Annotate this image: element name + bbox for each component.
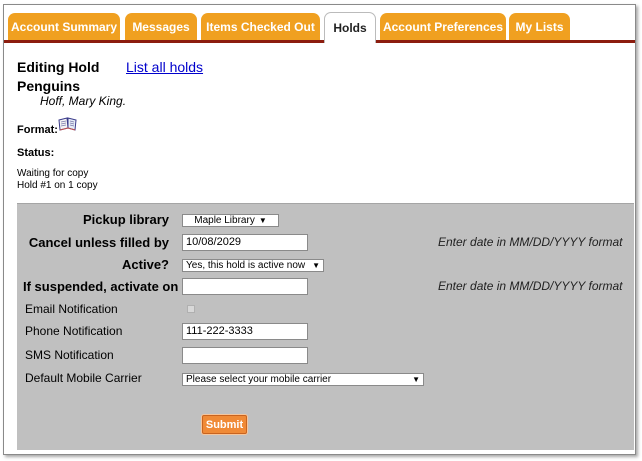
pickup-library-label: Pickup library bbox=[83, 212, 169, 227]
book-icon bbox=[57, 116, 79, 137]
cancel-unless-filled-label: Cancel unless filled by bbox=[28, 235, 169, 250]
list-all-holds-link[interactable]: List all holds bbox=[126, 59, 203, 75]
phone-notification-input[interactable]: 111-222-3333 bbox=[182, 323, 308, 340]
status-label: Status: bbox=[17, 147, 55, 159]
email-notification-checkbox[interactable] bbox=[187, 305, 195, 313]
account-tab-bar: Account Summary Messages Items Checked O… bbox=[4, 11, 635, 43]
sms-notification-label: SMS Notification bbox=[25, 348, 114, 362]
browser-frame: Account Summary Messages Items Checked O… bbox=[3, 4, 636, 455]
page-title: Editing Hold bbox=[17, 59, 100, 75]
pickup-library-select[interactable]: Maple Library ▼ bbox=[182, 214, 279, 227]
hold-position: Hold #1 on 1 copy bbox=[17, 180, 98, 191]
activate-date-input[interactable] bbox=[182, 278, 308, 295]
activate-date-hint: Enter date in MM/DD/YYYY format bbox=[438, 279, 623, 293]
dropdown-arrow-icon: ▼ bbox=[258, 216, 267, 225]
mobile-carrier-value: Please select your mobile carrier bbox=[186, 374, 332, 385]
tab-holds[interactable]: Holds bbox=[324, 12, 376, 43]
dropdown-arrow-icon: ▼ bbox=[312, 261, 320, 270]
dropdown-arrow-icon: ▼ bbox=[412, 375, 420, 384]
edit-hold-form: Pickup library Maple Library ▼ Cancel un… bbox=[17, 203, 634, 450]
sms-notification-input[interactable] bbox=[182, 347, 308, 364]
tab-account-summary[interactable]: Account Summary bbox=[8, 13, 120, 40]
active-value: Yes, this hold is active now bbox=[186, 260, 306, 271]
status-text: Waiting for copy bbox=[17, 168, 89, 179]
tab-my-lists[interactable]: My Lists bbox=[509, 13, 570, 40]
email-notification-label: Email Notification bbox=[25, 302, 118, 316]
pickup-library-value: Maple Library bbox=[194, 215, 255, 226]
item-title: Penguins bbox=[17, 78, 81, 94]
tab-account-preferences[interactable]: Account Preferences bbox=[380, 13, 506, 40]
submit-button[interactable]: Submit bbox=[202, 415, 247, 434]
tab-messages[interactable]: Messages bbox=[125, 13, 197, 40]
suspend-activate-label: If suspended, activate on bbox=[23, 279, 179, 294]
cancel-date-hint: Enter date in MM/DD/YYYY format bbox=[438, 235, 623, 249]
cancel-date-input[interactable]: 10/08/2029 bbox=[182, 234, 308, 251]
mobile-carrier-select[interactable]: Please select your mobile carrier ▼ bbox=[182, 373, 424, 386]
format-label: Format: bbox=[17, 124, 58, 136]
active-label: Active? bbox=[122, 257, 169, 272]
default-mobile-carrier-label: Default Mobile Carrier bbox=[25, 371, 142, 385]
item-author: Hoff, Mary King. bbox=[40, 94, 127, 108]
phone-notification-label: Phone Notification bbox=[25, 324, 123, 338]
active-select[interactable]: Yes, this hold is active now ▼ bbox=[182, 259, 324, 272]
tab-items-checked-out[interactable]: Items Checked Out bbox=[201, 13, 320, 40]
